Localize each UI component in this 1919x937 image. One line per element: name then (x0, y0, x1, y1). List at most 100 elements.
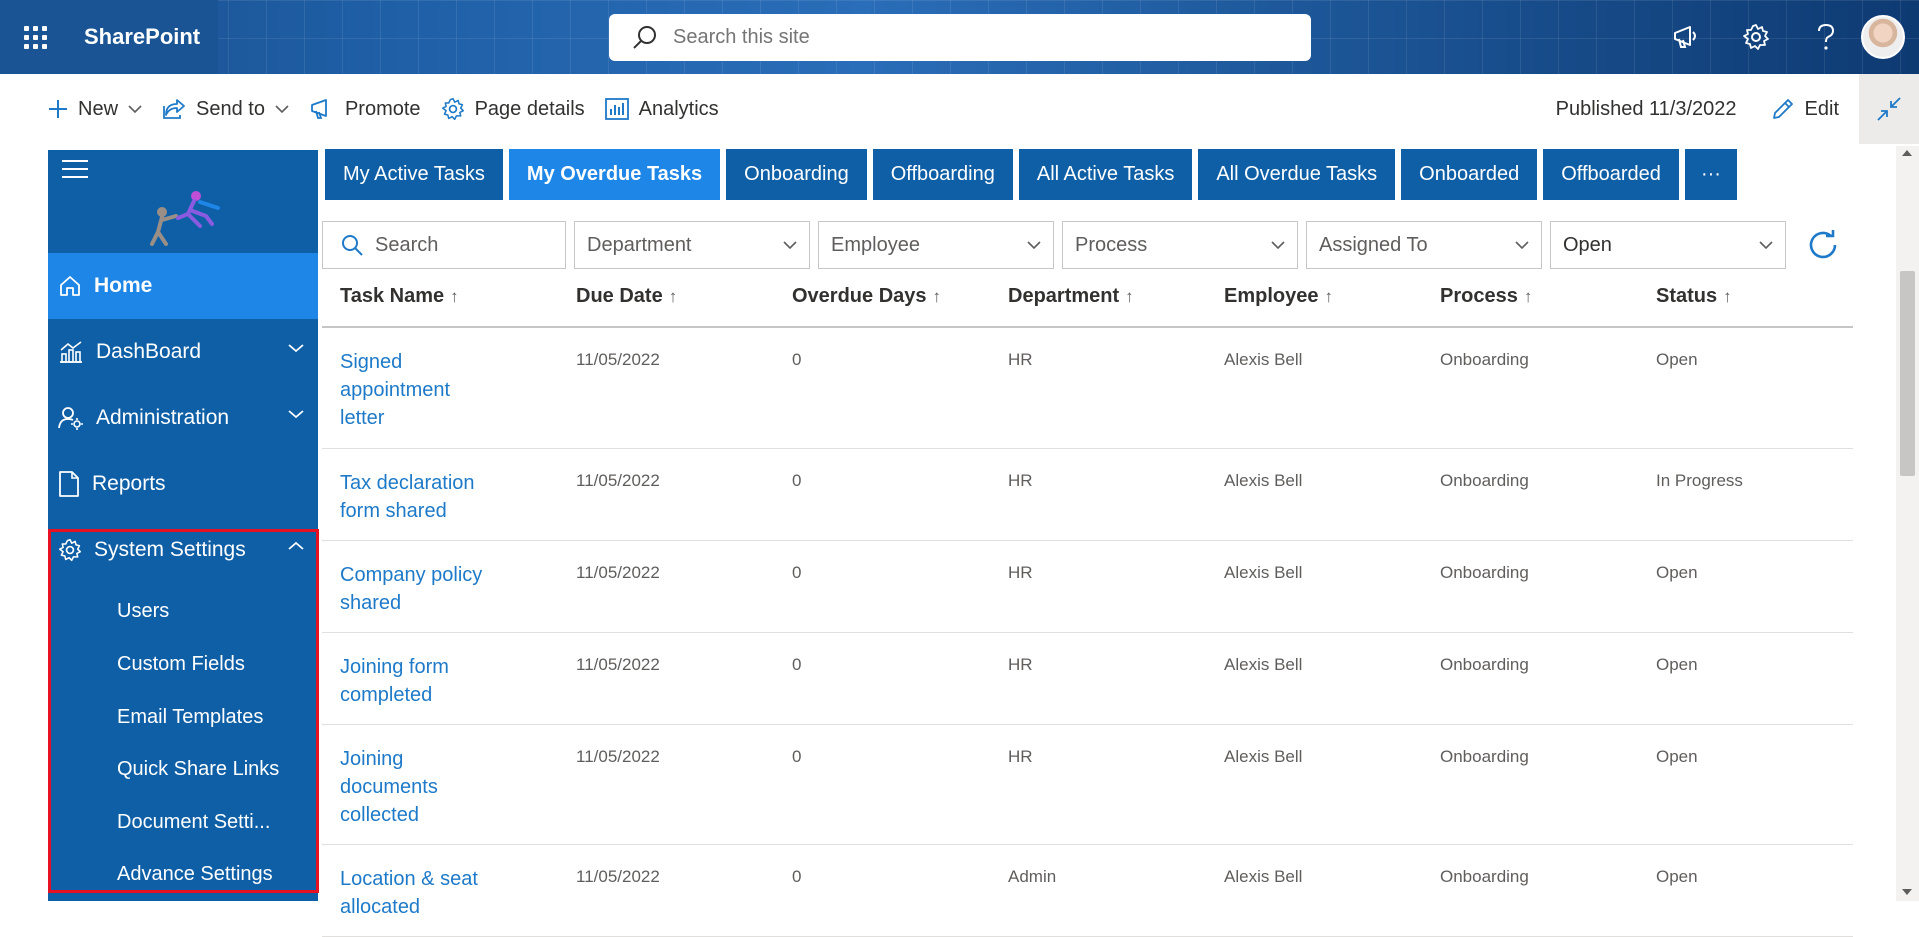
tab-my-active-tasks[interactable]: My Active Tasks (325, 149, 503, 200)
site-search-input[interactable] (673, 26, 1273, 49)
chevron-down-icon (783, 241, 797, 250)
status-cell: In Progress (1656, 471, 1743, 490)
filter-bar: Search Department Employee Process Assig… (322, 221, 1794, 269)
status-cell: Open (1656, 867, 1698, 886)
table-row[interactable]: Joining documents collected 11/05/2022 0… (322, 725, 1853, 845)
process-cell: Onboarding (1440, 471, 1529, 490)
chevron-down-icon[interactable] (288, 409, 304, 419)
megaphone-button[interactable] (1651, 0, 1721, 74)
page-scrollbar[interactable] (1896, 146, 1919, 901)
refresh-icon[interactable] (1805, 227, 1841, 263)
due-date-cell: 11/05/2022 (576, 471, 660, 490)
promote-button[interactable]: Promote (299, 87, 431, 131)
table-row[interactable]: Company policy shared 11/05/2022 0 HR Al… (322, 541, 1853, 633)
column-header-due-date[interactable]: Due Date ↑ (576, 285, 677, 308)
due-date-cell: 11/05/2022 (576, 563, 660, 582)
tab-all-overdue-tasks[interactable]: All Overdue Tasks (1198, 149, 1396, 200)
sharepoint-brand[interactable]: SharePoint (70, 0, 218, 74)
department-dropdown-value: Department (587, 233, 692, 256)
new-button[interactable]: New (38, 87, 152, 131)
nav-administration[interactable]: Administration (48, 385, 318, 451)
table-header: Task Name ↑ Due Date ↑ Overdue Days ↑ Depar… (322, 275, 1853, 328)
column-header-overdue-days[interactable]: Overdue Days ↑ (792, 285, 941, 308)
due-date-cell: 11/05/2022 (576, 747, 660, 766)
nav-sub-email-templates[interactable]: Email Templates (117, 706, 263, 729)
tab-offboarding[interactable]: Offboarding (872, 149, 1013, 200)
sort-arrow-icon: ↑ (1125, 287, 1134, 306)
department-cell: HR (1008, 563, 1033, 582)
chevron-down-icon (1515, 241, 1529, 250)
settings-button[interactable] (1721, 0, 1791, 74)
hamburger-menu-icon[interactable] (62, 160, 88, 180)
sort-arrow-icon: ↑ (668, 287, 678, 306)
task-name-link[interactable]: Joining form completed (340, 653, 470, 709)
scrollbar-thumb[interactable] (1900, 271, 1915, 476)
column-header-process[interactable]: Process ↑ (1440, 285, 1532, 308)
gear-icon (58, 538, 82, 562)
site-search-box[interactable] (609, 14, 1311, 61)
scroll-up-arrow-icon[interactable] (1902, 150, 1912, 156)
column-header-label: Process (1440, 285, 1518, 307)
page-details-button[interactable]: Page details (431, 87, 595, 131)
process-cell: Onboarding (1440, 747, 1529, 766)
task-name-link[interactable]: Location & seat allocated (340, 865, 490, 921)
table-row[interactable]: Joining form completed 11/05/2022 0 HR A… (322, 633, 1853, 725)
employee-dropdown[interactable]: Employee (818, 221, 1054, 269)
nav-system-settings[interactable]: System Settings (48, 517, 318, 583)
edit-button[interactable]: Edit (1761, 87, 1849, 131)
department-cell: HR (1008, 655, 1033, 674)
collapse-icon (1877, 97, 1901, 121)
nav-sub-document-settings[interactable]: Document Setti... (117, 811, 270, 834)
more-tabs-button[interactable]: ··· (1684, 149, 1737, 200)
nav-home[interactable]: Home (48, 253, 318, 319)
nav-dashboard[interactable]: DashBoard (48, 319, 318, 385)
app-launcher-button[interactable] (0, 0, 70, 74)
tab-all-active-tasks[interactable]: All Active Tasks (1018, 149, 1193, 200)
column-header-task-name[interactable]: Task Name ↑ (340, 285, 459, 308)
collapse-button[interactable] (1859, 74, 1919, 144)
status-dropdown[interactable]: Open (1550, 221, 1786, 269)
task-name-link[interactable]: Joining documents collected (340, 745, 460, 829)
nav-reports[interactable]: Reports (48, 451, 318, 517)
process-cell: Onboarding (1440, 563, 1529, 582)
table-row[interactable]: Tax declaration form shared 11/05/2022 0… (322, 449, 1853, 541)
help-icon (1818, 23, 1835, 50)
process-dropdown[interactable]: Process (1062, 221, 1298, 269)
task-name-link[interactable]: Tax declaration form shared (340, 469, 500, 525)
sort-arrow-icon: ↑ (1723, 287, 1732, 306)
task-name-link[interactable]: Company policy shared (340, 561, 500, 617)
tab-my-overdue-tasks[interactable]: My Overdue Tasks (508, 149, 721, 200)
table-row[interactable]: Location & seat allocated 11/05/2022 0 A… (322, 845, 1853, 937)
search-icon (342, 235, 363, 256)
task-search-box[interactable]: Search (322, 221, 566, 269)
column-header-label: Department (1008, 285, 1120, 307)
analytics-label: Analytics (638, 97, 719, 120)
tab-onboarding[interactable]: Onboarding (726, 149, 867, 200)
chevron-down-icon[interactable] (288, 343, 304, 353)
department-dropdown[interactable]: Department (574, 221, 810, 269)
nav-sub-users[interactable]: Users (117, 600, 169, 623)
table-row[interactable]: Signed appointment letter 11/05/2022 0 H… (322, 328, 1853, 449)
tab-offboarded[interactable]: Offboarded (1543, 149, 1679, 200)
employee-dropdown-value: Employee (831, 233, 920, 256)
scroll-down-arrow-icon[interactable] (1902, 889, 1912, 895)
column-header-employee[interactable]: Employee ↑ (1224, 285, 1333, 308)
column-header-department[interactable]: Department ↑ (1008, 285, 1134, 308)
chevron-up-icon[interactable] (288, 541, 304, 551)
user-avatar[interactable] (1861, 15, 1905, 59)
nav-sub-custom-fields[interactable]: Custom Fields (117, 653, 245, 676)
column-header-status[interactable]: Status ↑ (1656, 285, 1732, 308)
send-to-button[interactable]: Send to (152, 87, 299, 131)
nav-sub-quick-share-links[interactable]: Quick Share Links (117, 758, 279, 781)
help-button[interactable] (1791, 0, 1861, 74)
nav-dashboard-label: DashBoard (96, 340, 202, 363)
nav-sub-advance-settings[interactable]: Advance Settings (117, 863, 273, 886)
nav-administration-label: Administration (96, 406, 230, 429)
assigned-to-dropdown[interactable]: Assigned To (1306, 221, 1542, 269)
task-name-link[interactable]: Signed appointment letter (340, 348, 468, 432)
analytics-button[interactable]: Analytics (595, 87, 729, 131)
tab-onboarded[interactable]: Onboarded (1401, 149, 1538, 200)
process-cell: Onboarding (1440, 867, 1529, 886)
document-icon (59, 471, 79, 497)
pencil-icon (1772, 99, 1793, 119)
